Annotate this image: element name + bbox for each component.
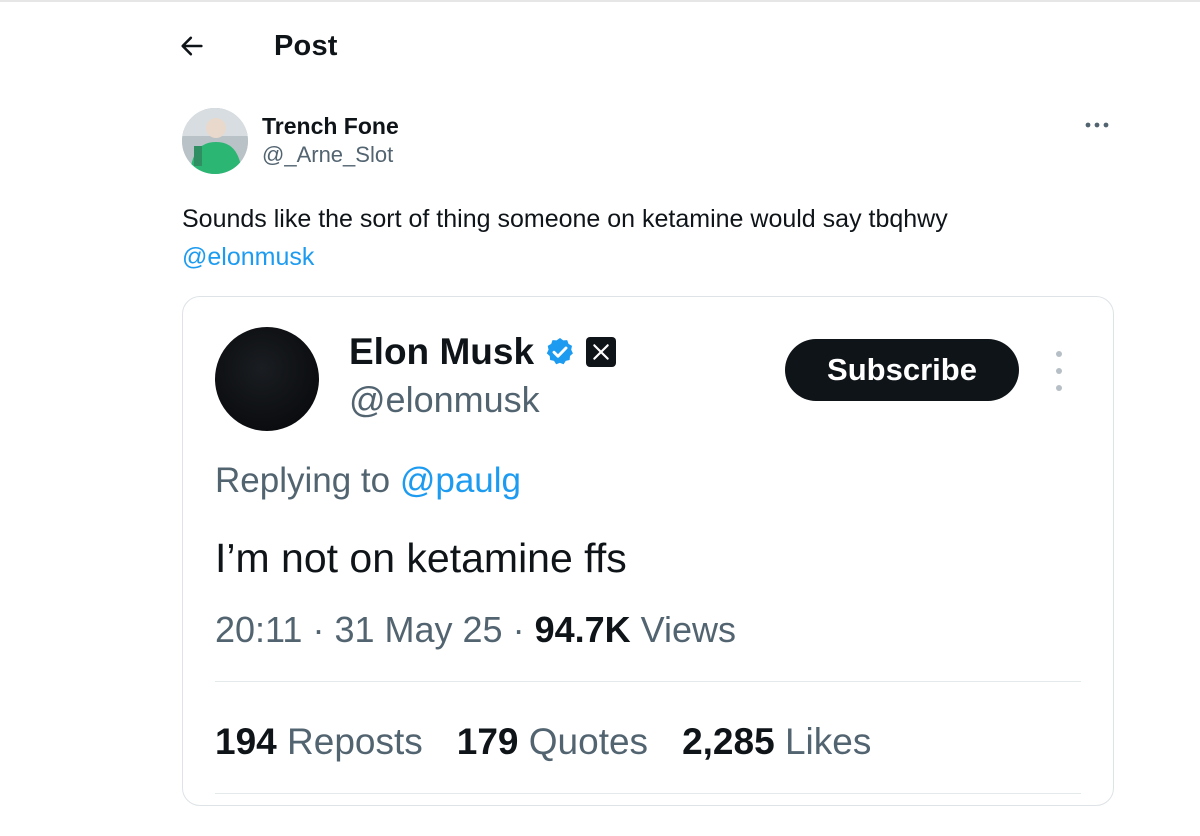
author-display-name[interactable]: Trench Fone: [262, 112, 399, 140]
divider-bottom: [215, 793, 1081, 794]
reposts-count: 194: [215, 721, 288, 762]
quoted-name-row: Elon Musk: [349, 331, 617, 373]
more-options-button[interactable]: [1080, 112, 1114, 138]
avatar-image: [182, 108, 248, 174]
likes-count: 2,285: [682, 721, 785, 762]
divider: [215, 681, 1081, 682]
page-title: Post: [274, 29, 338, 62]
reposts-stat[interactable]: 194 Reposts: [215, 721, 423, 763]
quoted-handle[interactable]: @elonmusk: [349, 379, 540, 421]
quotes-stat[interactable]: 179 Quotes: [457, 721, 648, 763]
page-header: Post: [170, 22, 338, 70]
likes-label: Likes: [784, 721, 872, 762]
replying-to-mention[interactable]: @paulg: [400, 461, 521, 500]
post-mention-link[interactable]: @elonmusk: [182, 238, 1112, 276]
x-logo-icon: [586, 337, 617, 367]
replying-prefix: Replying to: [215, 461, 400, 500]
subscribe-button[interactable]: Subscribe: [785, 339, 1019, 401]
more-horizontal-icon: [1085, 122, 1109, 128]
post-date[interactable]: 31 May 25: [334, 609, 502, 650]
quoted-display-name[interactable]: Elon Musk: [349, 331, 534, 373]
views-count: 94.7K: [534, 609, 641, 650]
quotes-label: Quotes: [528, 721, 649, 762]
post-time[interactable]: 20:11: [215, 609, 302, 650]
post-text: Sounds like the sort of thing someone on…: [182, 200, 1112, 276]
quoted-post-card[interactable]: Elon Musk @elonmusk Subscribe Replying t…: [182, 296, 1114, 806]
arrow-left-icon: [181, 36, 203, 56]
quotes-count: 179: [456, 721, 529, 762]
views-label: Views: [640, 609, 737, 650]
post-author: Trench Fone @_Arne_Slot: [182, 108, 399, 174]
avatar[interactable]: [182, 108, 248, 174]
quoted-avatar[interactable]: [215, 327, 319, 431]
reposts-label: Reposts: [287, 721, 423, 762]
author-handle[interactable]: @_Arne_Slot: [262, 140, 399, 170]
post-body-text: Sounds like the sort of thing someone on…: [182, 205, 948, 233]
quoted-body-text: I’m not on ketamine ffs: [215, 535, 627, 581]
likes-stat[interactable]: 2,285 Likes: [682, 721, 871, 763]
engagement-stats: 194 Reposts 179 Quotes 2,285 Likes: [215, 721, 905, 763]
top-divider: [0, 0, 1200, 2]
more-vertical-icon[interactable]: [1049, 351, 1069, 391]
verified-badge-icon: [546, 338, 573, 365]
back-button[interactable]: [170, 24, 214, 68]
post-meta: 20:11 · 31 May 25 · 94.7K Views: [215, 609, 737, 650]
replying-to-line: Replying to @paulg: [215, 461, 521, 501]
